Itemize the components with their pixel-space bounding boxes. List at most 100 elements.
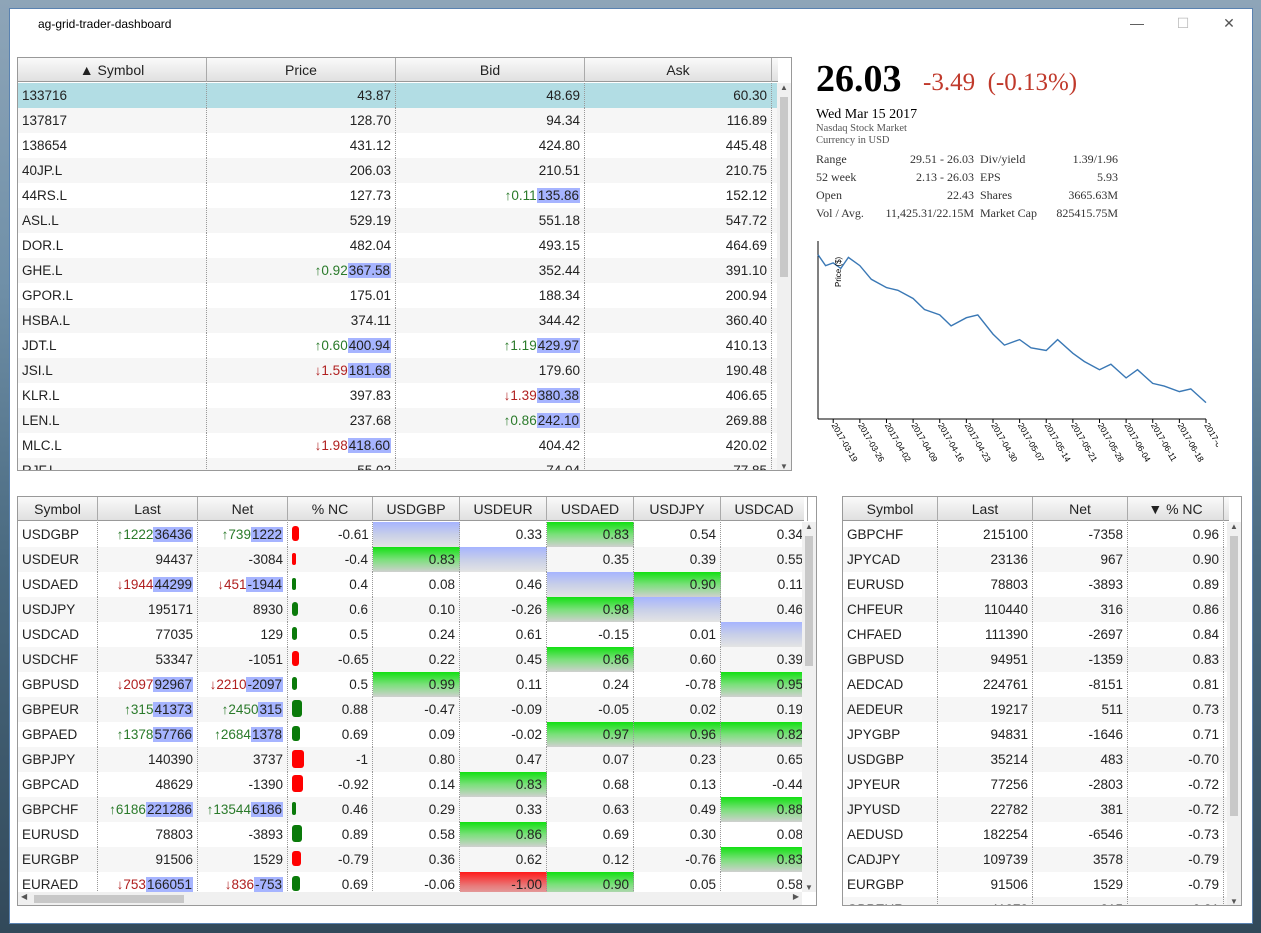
table-row[interactable]: 137817 128.70 94.34 116.89 bbox=[18, 108, 778, 133]
table-row[interactable]: DOR.L 482.04 493.15 464.69 bbox=[18, 233, 778, 258]
scroll-left-icon[interactable]: ◀ bbox=[21, 892, 27, 901]
table-row[interactable]: 40JP.L 206.03 210.51 210.75 bbox=[18, 158, 778, 183]
column-header[interactable]: ▼ % NC bbox=[1128, 497, 1224, 521]
scroll-thumb[interactable] bbox=[34, 895, 184, 903]
fx-grid-hscroll[interactable]: ◀ ▶ bbox=[18, 892, 802, 905]
matrix-cell: 0.39 bbox=[721, 647, 802, 672]
table-row[interactable]: EURUSD 78803 -3893 0.89 bbox=[843, 572, 1227, 597]
maximize-button[interactable]: ☐ bbox=[1160, 9, 1206, 39]
column-header[interactable]: Price bbox=[207, 58, 396, 82]
table-row[interactable]: EURGBP 91506 1529 -0.79 0.36 0.62 0.12 -0.76 0.8… bbox=[18, 847, 802, 872]
table-row[interactable]: ASL.L 529.19 551.18 547.72 bbox=[18, 208, 778, 233]
table-row[interactable]: JPYUSD 22782 381 -0.72 bbox=[843, 797, 1227, 822]
table-row[interactable]: USDJPY 195171 8930 0.6 0.10 -0.26 0.98 0.46 bbox=[18, 597, 802, 622]
nc-cell: 0.6 bbox=[288, 597, 373, 622]
matrix-cell: -0.44 bbox=[721, 772, 802, 797]
cell: ↑0.92367.58 bbox=[207, 258, 396, 283]
column-header[interactable]: % NC bbox=[288, 497, 373, 521]
table-row[interactable]: JPYCAD 23136 967 0.90 bbox=[843, 547, 1227, 572]
table-row[interactable]: GBPEUR41373315-0.81 bbox=[843, 897, 1227, 905]
table-row[interactable]: GBPUSD ↓209792967 ↓2210-2097 0.5 0.99 0.11 0.2… bbox=[18, 672, 802, 697]
scroll-down-icon[interactable]: ▼ bbox=[1228, 897, 1240, 905]
minimize-button[interactable]: — bbox=[1114, 9, 1160, 39]
table-row[interactable]: EURAED ↓753166051 ↓836-753 0.69 -0.06 -1.00 0.… bbox=[18, 872, 802, 892]
column-header[interactable]: USDGBP bbox=[373, 497, 460, 521]
table-row[interactable]: GBPAED ↑137857766 ↑26841378 0.69 0.09 -0.02 0.… bbox=[18, 722, 802, 747]
table-row[interactable]: CHFEUR 110440 316 0.86 bbox=[843, 597, 1227, 622]
table-row[interactable]: GBPCHF 215100 -7358 0.96 bbox=[843, 522, 1227, 547]
table-row[interactable]: GBPCHF ↑6186221286 ↑135446186 0.46 0.29 0.33 0… bbox=[18, 797, 802, 822]
table-row[interactable]: USDEUR 94437 -3084 -0.4 0.83 0.35 0.39 0.55 bbox=[18, 547, 802, 572]
matrix-cell bbox=[373, 522, 460, 547]
table-row[interactable]: USDCHF 53347 -1051 -0.65 0.22 0.45 0.86 0.60 0.3… bbox=[18, 647, 802, 672]
scroll-thumb[interactable] bbox=[1230, 536, 1238, 816]
table-row[interactable]: 44RS.L 127.73 ↑0.11135.86 152.12 bbox=[18, 183, 778, 208]
table-row[interactable]: GBPEUR ↑31541373 ↑2450315 0.88 -0.47 -0.09 -0.… bbox=[18, 697, 802, 722]
table-row[interactable]: USDCAD 77035 129 0.5 0.24 0.61 -0.15 0.01 bbox=[18, 622, 802, 647]
column-header[interactable]: USDCAD bbox=[721, 497, 808, 521]
column-header[interactable]: Net bbox=[1033, 497, 1128, 521]
column-header[interactable]: USDJPY bbox=[634, 497, 721, 521]
scroll-up-icon[interactable]: ▲ bbox=[778, 83, 790, 92]
nc-value: -0.61 bbox=[338, 527, 369, 542]
scroll-right-icon[interactable]: ▶ bbox=[793, 892, 799, 901]
cell: 110440 bbox=[938, 597, 1033, 622]
cell: 237.68 bbox=[207, 408, 396, 433]
table-row[interactable]: AEDEUR 19217 511 0.73 bbox=[843, 697, 1227, 722]
table-row[interactable]: GPOR.L 175.01 188.34 200.94 bbox=[18, 283, 778, 308]
nc-bar bbox=[292, 726, 300, 741]
table-row[interactable]: JSI.L ↓1.59181.68 179.60 190.48 bbox=[18, 358, 778, 383]
column-header[interactable]: ▲ Symbol bbox=[18, 58, 207, 82]
change-indicator: ↑315 bbox=[124, 702, 154, 717]
nc-cell: -0.79 bbox=[288, 847, 373, 872]
close-button[interactable]: ✕ bbox=[1206, 9, 1252, 39]
table-row[interactable]: AEDCAD 224761 -8151 0.81 bbox=[843, 672, 1227, 697]
scroll-up-icon[interactable]: ▲ bbox=[1228, 522, 1240, 531]
table-row[interactable]: EURUSD 78803 -3893 0.89 0.58 0.86 0.69 0.30 0.08 bbox=[18, 822, 802, 847]
column-header[interactable]: Bid bbox=[396, 58, 585, 82]
table-row[interactable]: 138654 431.12 424.80 445.48 bbox=[18, 133, 778, 158]
price-grid-vscroll[interactable]: ▲ ▼ bbox=[777, 83, 791, 470]
column-header[interactable]: Symbol bbox=[843, 497, 938, 521]
table-row[interactable]: GBPUSD 94951 -1359 0.83 bbox=[843, 647, 1227, 672]
column-header[interactable]: Last bbox=[938, 497, 1033, 521]
column-header[interactable]: USDAED bbox=[547, 497, 634, 521]
table-row[interactable]: CHFAED 111390 -2697 0.84 bbox=[843, 622, 1227, 647]
table-row[interactable]: EURGBP 91506 1529 -0.79 bbox=[843, 872, 1227, 897]
table-row[interactable]: KLR.L 397.83 ↓1.39380.38 406.65 bbox=[18, 383, 778, 408]
table-row[interactable]: GBPJPY 140390 3737 -1 0.80 0.47 0.07 0.23 0.65 bbox=[18, 747, 802, 772]
table-row[interactable]: USDAED ↓194444299 ↓451-1944 0.4 0.08 0.46 0.90… bbox=[18, 572, 802, 597]
scroll-down-icon[interactable]: ▼ bbox=[778, 462, 790, 470]
column-header[interactable]: Symbol bbox=[18, 497, 98, 521]
nc-bar bbox=[292, 802, 297, 815]
cell: 152.12 bbox=[585, 183, 772, 208]
stat-label: Vol / Avg. bbox=[816, 206, 864, 220]
table-row[interactable]: JDT.L ↑0.60400.94 ↑1.19429.97 410.13 bbox=[18, 333, 778, 358]
nc-value: 0.89 bbox=[341, 827, 368, 842]
scroll-up-icon[interactable]: ▲ bbox=[803, 522, 815, 531]
column-header[interactable]: USDEUR bbox=[460, 497, 547, 521]
table-row[interactable]: USDGBP 35214 483 -0.70 bbox=[843, 747, 1227, 772]
column-header[interactable]: Last bbox=[98, 497, 198, 521]
movers-grid-vscroll[interactable]: ▲ ▼ bbox=[1227, 522, 1241, 905]
table-row[interactable]: RJF.L 55.02 74.04 77.85 bbox=[18, 458, 778, 470]
scroll-down-icon[interactable]: ▼ bbox=[803, 883, 815, 892]
table-row[interactable]: JPYGBP 94831 -1646 0.71 bbox=[843, 722, 1227, 747]
fx-grid-vscroll[interactable]: ▲ ▼ bbox=[802, 522, 816, 892]
table-row[interactable]: USDGBP ↑122236436 ↑7391222 -0.61 0.33 0.83 0.5… bbox=[18, 522, 802, 547]
scroll-thumb[interactable] bbox=[805, 536, 813, 666]
table-row[interactable]: GBPCAD 48629 -1390 -0.92 0.14 0.83 0.68 0.13 -0.… bbox=[18, 772, 802, 797]
table-row[interactable]: LEN.L 237.68 ↑0.86242.10 269.88 bbox=[18, 408, 778, 433]
scroll-thumb[interactable] bbox=[780, 97, 788, 277]
table-row[interactable]: JPYEUR 77256 -2803 -0.72 bbox=[843, 772, 1227, 797]
table-row[interactable]: AEDUSD 182254 -6546 -0.73 bbox=[843, 822, 1227, 847]
table-row[interactable]: 133716 43.87 48.69 60.30 bbox=[18, 83, 778, 108]
table-row[interactable]: HSBA.L 374.11 344.42 360.40 bbox=[18, 308, 778, 333]
table-row[interactable]: CADJPY 109739 3578 -0.79 bbox=[843, 847, 1227, 872]
table-row[interactable]: MLC.L ↓1.98418.60 404.42 420.02 bbox=[18, 433, 778, 458]
symbol-cell: 40JP.L bbox=[18, 158, 207, 183]
cell-value: -753 bbox=[253, 877, 283, 892]
column-header[interactable]: Ask bbox=[585, 58, 772, 82]
column-header[interactable]: Net bbox=[198, 497, 288, 521]
table-row[interactable]: GHE.L ↑0.92367.58 352.44 391.10 bbox=[18, 258, 778, 283]
